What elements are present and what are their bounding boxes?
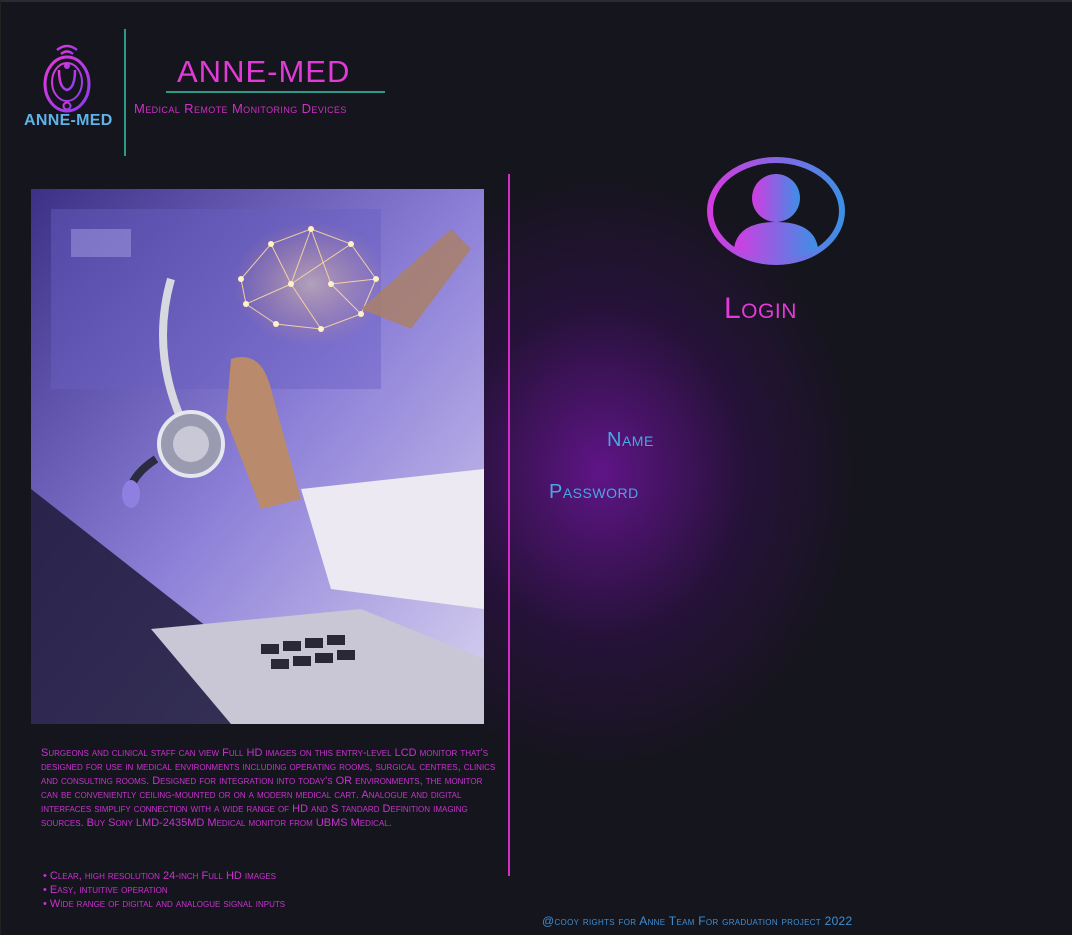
feature-list: • Clear, high resolution 24-inch Full HD… bbox=[43, 869, 285, 911]
medical-tech-photo bbox=[31, 189, 484, 724]
login-title: Login bbox=[724, 292, 797, 325]
user-avatar-icon bbox=[707, 157, 845, 265]
list-item: • Easy, intuitive operation bbox=[43, 884, 168, 896]
brand-title: ANNE-MED bbox=[177, 54, 351, 89]
description-paragraph: Surgeons and clinical staff can view Ful… bbox=[41, 747, 496, 829]
name-label: Name bbox=[607, 429, 654, 451]
list-item: • Wide range of digital and analogue sig… bbox=[43, 898, 286, 910]
tagline: Medical Remote Monitoring Devices bbox=[134, 101, 347, 116]
list-item: • Clear, high resolution 24-inch Full HD… bbox=[43, 870, 277, 882]
password-label: Password bbox=[549, 481, 639, 503]
copyright-footer: @cooy rights for Anne Team For graduatio… bbox=[542, 914, 853, 928]
logo-text: ANNE-MED bbox=[24, 112, 113, 129]
header-divider bbox=[124, 29, 126, 156]
page: ANNE-MED ANNE-MED Medical Remote Monitor… bbox=[0, 0, 1072, 935]
brand-underline bbox=[166, 91, 385, 93]
content-divider bbox=[508, 174, 510, 876]
